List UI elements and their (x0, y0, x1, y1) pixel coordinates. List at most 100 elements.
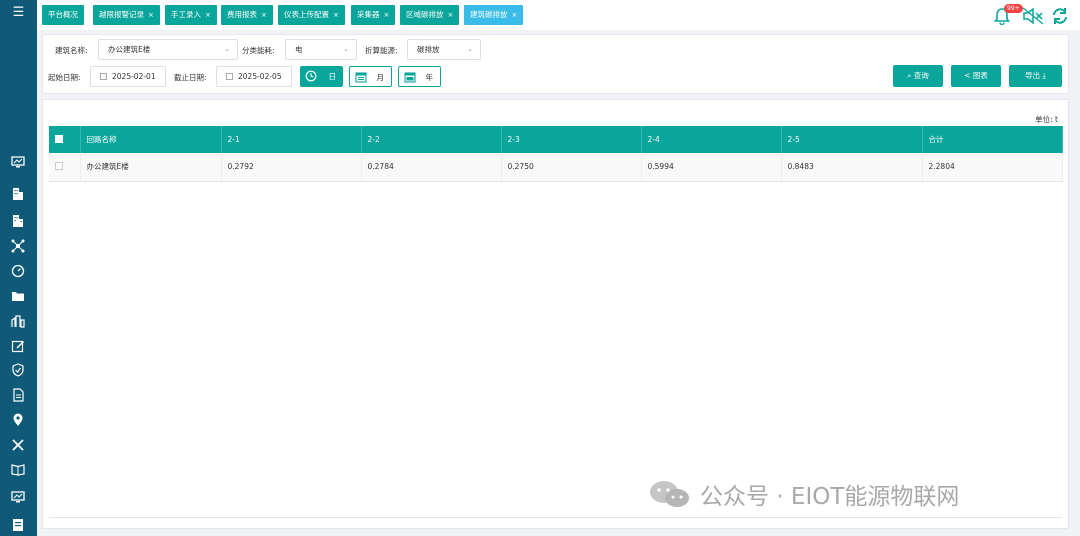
query-label: 查询 (913, 71, 929, 80)
edit-icon[interactable] (11, 339, 25, 353)
network-icon[interactable] (11, 239, 25, 253)
tab-collector[interactable]: 采集器 × (351, 5, 396, 25)
conversion-value: 碳排放 (417, 45, 440, 54)
column-header: 回路名称 (80, 126, 222, 153)
period-month-button[interactable]: 月 (349, 66, 392, 87)
table-cell: 2.2804 (922, 153, 1063, 182)
tab-regional-carbon-emission[interactable]: 区域碳排放 × (400, 5, 460, 25)
end-date-input[interactable]: 2025-02-05 (216, 66, 292, 87)
table-cell: 0.2784 (361, 153, 502, 182)
query-button[interactable]: ⌕ 查询 (893, 65, 943, 87)
tab-label: 采集器 (357, 10, 380, 19)
close-icon[interactable]: × (205, 11, 211, 19)
sidebar: ☰ (0, 0, 37, 536)
select-all-cell[interactable] (49, 126, 81, 153)
gauge-icon[interactable] (11, 264, 25, 278)
tab-label: 建筑碳排放 (470, 10, 508, 19)
tab-label: 费用报表 (227, 10, 257, 19)
calendar-icon (100, 73, 107, 80)
close-icon[interactable]: × (512, 11, 518, 19)
search-icon: ⌕ (907, 71, 914, 80)
tab-label: 手工录入 (171, 10, 201, 19)
city-icon[interactable] (11, 314, 25, 328)
tab-cost-report[interactable]: 费用报表 × (221, 5, 273, 25)
building-alt-icon[interactable] (11, 214, 25, 228)
category-label: 分类能耗: (242, 46, 275, 55)
chevron-down-icon: ⌄ (467, 45, 473, 53)
notification-badge: 99+ (1004, 4, 1023, 13)
tab-building-carbon-emission[interactable]: 建筑碳排放 × (464, 5, 524, 25)
chevron-down-icon: ⌄ (224, 45, 230, 53)
category-select[interactable]: 电 ⌄ (285, 39, 357, 60)
close-icon[interactable]: × (333, 11, 339, 19)
row-checkbox[interactable] (55, 161, 63, 170)
tab-platform-overview[interactable]: 平台概况 (42, 5, 84, 25)
chart-button[interactable]: < 图表 (951, 65, 1001, 87)
download-icon: ⤓ (1040, 71, 1046, 80)
column-header: 2-1 (221, 126, 362, 153)
building-value: 办公建筑E楼 (108, 45, 151, 54)
mute-icon[interactable] (1022, 7, 1044, 25)
folder-icon[interactable] (11, 289, 25, 303)
tab-limit-alarm-records[interactable]: 越限报警记录 × (93, 5, 160, 25)
select-all-checkbox[interactable] (55, 134, 63, 143)
column-header: 合计 (922, 126, 1063, 153)
tab-label: 平台概况 (48, 10, 78, 19)
wechat-icon (648, 479, 692, 509)
tab-manual-entry[interactable]: 手工录入 × (165, 5, 217, 25)
building-select[interactable]: 办公建筑E楼 ⌄ (98, 39, 238, 60)
hamburger-icon[interactable]: ☰ (0, 4, 37, 22)
close-icon[interactable]: × (384, 11, 390, 19)
report-icon[interactable] (11, 518, 25, 532)
book-icon[interactable] (11, 462, 25, 476)
tab-label: 越限报警记录 (99, 10, 144, 19)
start-date-label: 起始日期: (48, 73, 81, 82)
chevron-down-icon: ⌄ (343, 45, 349, 53)
column-header: 2-5 (781, 126, 923, 153)
end-date-label: 截止日期: (174, 73, 207, 82)
tab-label: 仪表上传配置 (284, 10, 329, 19)
column-header: 2-4 (641, 126, 782, 153)
monitor-icon[interactable] (11, 155, 25, 169)
start-date-value: 2025-02-01 (112, 72, 156, 81)
table-cell: 0.5994 (641, 153, 782, 182)
data-panel: 单位: t 回路名称 2-1 2-2 2-3 2-4 2-5 合计 办公建筑E楼… (42, 99, 1069, 529)
period-year-label: 年 (425, 73, 434, 82)
screen-icon[interactable] (11, 490, 25, 504)
table-cell: 0.8483 (781, 153, 923, 182)
period-month-label: 月 (376, 73, 385, 82)
close-icon[interactable]: × (448, 11, 454, 19)
tab-meter-upload-config[interactable]: 仪表上传配置 × (278, 5, 345, 25)
watermark: 公众号 · EIOT能源物联网 (648, 477, 959, 511)
table-cell: 办公建筑E楼 (80, 153, 222, 182)
period-year-button[interactable]: 年 (398, 66, 441, 87)
clock-icon (305, 70, 317, 82)
conversion-label: 折算能源: (365, 46, 398, 55)
top-bar: 平台概况 越限报警记录 × 手工录入 × 费用报表 × 仪表上传配置 × 采集器 × 区域… (37, 0, 1080, 30)
period-day-button[interactable]: 日 (300, 66, 343, 87)
export-button[interactable]: 导出 ⤓ (1009, 65, 1062, 87)
table-row[interactable]: 办公建筑E楼 0.2792 0.2784 0.2750 0.5994 0.848… (49, 153, 1063, 182)
watermark-text: 公众号 · EIOT能源物联网 (700, 484, 960, 510)
end-date-value: 2025-02-05 (238, 72, 282, 81)
tools-icon[interactable] (11, 438, 25, 452)
building-label: 建筑名称: (55, 46, 88, 55)
unit-label: 单位: t (1035, 115, 1058, 124)
conversion-select[interactable]: 碳排放 ⌄ (407, 39, 481, 60)
table-header-row: 回路名称 2-1 2-2 2-3 2-4 2-5 合计 (49, 126, 1063, 153)
calendar-icon (226, 73, 233, 80)
document-icon[interactable] (11, 388, 25, 402)
shield-icon[interactable] (11, 363, 25, 377)
building-icon[interactable] (11, 187, 25, 201)
location-icon[interactable] (11, 413, 25, 427)
refresh-icon[interactable] (1051, 7, 1069, 25)
category-value: 电 (295, 45, 303, 54)
carbon-table: 回路名称 2-1 2-2 2-3 2-4 2-5 合计 办公建筑E楼 0.279… (49, 126, 1063, 182)
export-label: 导出 (1025, 71, 1041, 80)
start-date-input[interactable]: 2025-02-01 (90, 66, 166, 87)
calendar-month-icon (355, 71, 367, 83)
close-icon[interactable]: × (261, 11, 267, 19)
column-header: 2-2 (361, 126, 502, 153)
close-icon[interactable]: × (148, 11, 154, 19)
row-select-cell[interactable] (49, 153, 81, 182)
